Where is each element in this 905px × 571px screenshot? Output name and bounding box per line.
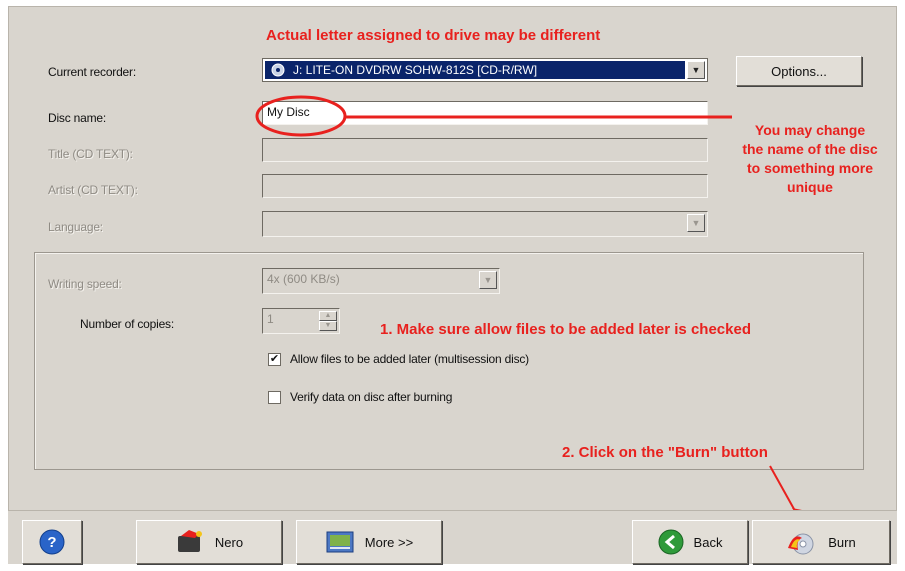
annotation-marks — [255, 95, 802, 519]
nero-button-label: Nero — [214, 534, 244, 550]
back-arrow-icon — [658, 529, 684, 555]
burn-button[interactable]: Burn — [752, 520, 890, 564]
help-icon: ? — [39, 529, 65, 555]
back-button-label: Back — [693, 534, 723, 550]
more-button-label: More >> — [364, 534, 414, 550]
burn-button-label: Burn — [828, 534, 856, 550]
help-glyph: ? — [47, 534, 56, 551]
nero-logo-icon — [175, 528, 205, 556]
more-button[interactable]: More >> — [296, 520, 442, 564]
burn-disc-icon — [786, 528, 818, 556]
more-options-icon — [325, 529, 355, 555]
back-button[interactable]: Back — [632, 520, 748, 564]
help-button[interactable]: ? — [22, 520, 82, 564]
nero-button[interactable]: Nero — [136, 520, 282, 564]
disc-name-highlight-ellipse — [255, 95, 347, 137]
